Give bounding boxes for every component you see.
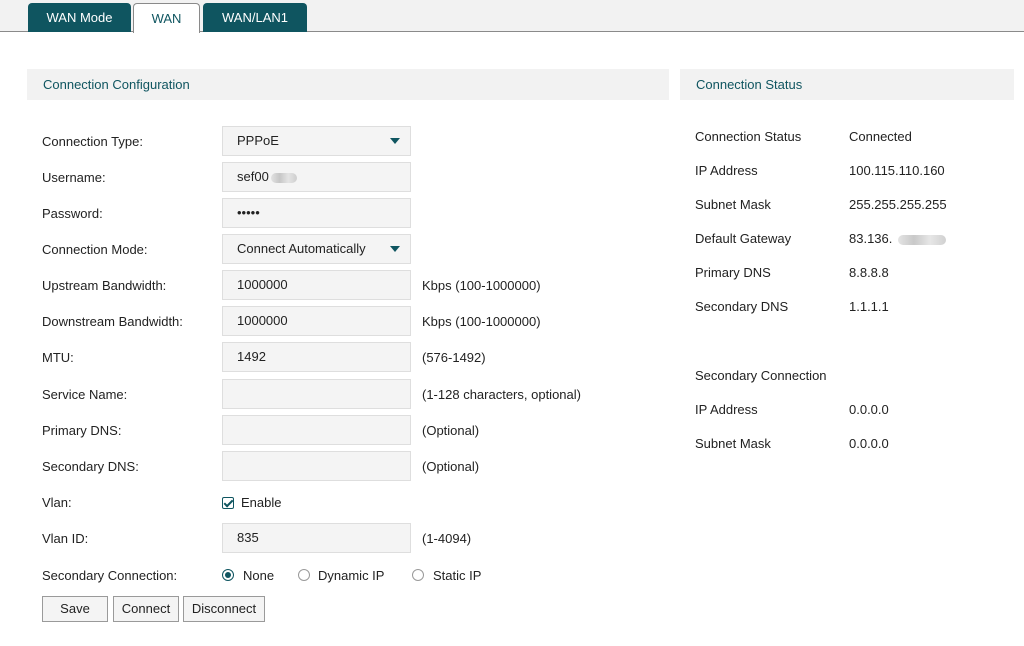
vlan-id-input[interactable]: 835 [222, 523, 411, 553]
secondary-value-subnet-mask: 0.0.0.0 [849, 436, 889, 451]
status-label-primary-dns: Primary DNS [695, 265, 771, 280]
tab-wan-mode[interactable]: WAN Mode [28, 3, 131, 32]
status-value-connection-status: Connected [849, 129, 912, 144]
status-value-subnet-mask: 255.255.255.255 [849, 197, 947, 212]
vlan-enable-label: Enable [241, 495, 282, 510]
secondary-label-ip-address: IP Address [695, 402, 758, 417]
status-value-primary-dns: 8.8.8.8 [849, 265, 889, 280]
disconnect-button[interactable]: Disconnect [183, 596, 265, 622]
service-name-input[interactable] [222, 379, 411, 409]
tab-bar: WAN Mode WAN WAN/LAN1 [0, 0, 1024, 33]
status-value-secondary-dns: 1.1.1.1 [849, 299, 889, 314]
secondary-dns-input[interactable] [222, 451, 411, 481]
connection-mode-value: Connect Automatically [237, 241, 366, 256]
redaction-blur [270, 172, 297, 183]
vlan-enable-checkbox[interactable] [222, 497, 234, 509]
secondary-label-subnet-mask: Subnet Mask [695, 436, 771, 451]
status-label-ip-address: IP Address [695, 163, 758, 178]
mtu-hint: (576-1492) [422, 350, 486, 365]
connection-mode-label: Connection Mode: [42, 242, 148, 257]
vlan-id-value: 835 [237, 530, 259, 545]
tab-wan[interactable]: WAN [133, 3, 200, 33]
upstream-bandwidth-label: Upstream Bandwidth: [42, 278, 167, 293]
secondary-dns-hint: (Optional) [422, 459, 480, 474]
radio-dynamic-ip-label: Dynamic IP [318, 568, 385, 583]
password-label: Password: [42, 206, 103, 221]
connection-configuration-header: Connection Configuration [27, 69, 669, 100]
service-name-hint: (1-128 characters, optional) [422, 387, 581, 402]
radio-none-label: None [243, 568, 275, 583]
connection-mode-select[interactable]: Connect Automatically [222, 234, 411, 264]
password-value: ••••• [237, 205, 260, 220]
secondary-dns-label: Secondary DNS: [42, 459, 139, 474]
secondary-connection-title: Secondary Connection [695, 368, 827, 383]
service-name-label: Service Name: [42, 387, 128, 402]
radio-dynamic-ip[interactable] [298, 569, 310, 581]
username-input[interactable]: sef00 [222, 162, 411, 192]
status-label-connection-status: Connection Status [695, 129, 802, 144]
connect-button[interactable]: Connect [113, 596, 179, 622]
vlan-id-hint: (1-4094) [422, 531, 472, 546]
mtu-value: 1492 [237, 349, 266, 364]
downstream-bandwidth-input[interactable]: 1000000 [222, 306, 411, 336]
primary-dns-label: Primary DNS: [42, 423, 122, 438]
redaction-blur [898, 234, 947, 245]
radio-static-ip-label: Static IP [433, 568, 482, 583]
upstream-bandwidth-hint: Kbps (100-1000000) [422, 278, 541, 293]
secondary-value-ip-address: 0.0.0.0 [849, 402, 889, 417]
chevron-down-icon [390, 246, 400, 252]
vlan-id-label: Vlan ID: [42, 531, 89, 546]
mtu-input[interactable]: 1492 [222, 342, 411, 372]
status-value-ip-address: 100.115.110.160 [849, 163, 945, 178]
primary-dns-hint: (Optional) [422, 423, 480, 438]
status-label-secondary-dns: Secondary DNS [695, 299, 789, 314]
primary-dns-input[interactable] [222, 415, 411, 445]
save-button[interactable]: Save [42, 596, 108, 622]
connection-status-header: Connection Status [680, 69, 1014, 100]
password-input[interactable]: ••••• [222, 198, 411, 228]
downstream-bandwidth-label: Downstream Bandwidth: [42, 314, 183, 329]
tab-wan-lan1[interactable]: WAN/LAN1 [203, 3, 307, 32]
connection-type-select[interactable]: PPPoE [222, 126, 411, 156]
status-value-default-gateway: 83.136. [849, 231, 947, 246]
mtu-label: MTU: [42, 350, 74, 365]
upstream-bandwidth-input[interactable]: 1000000 [222, 270, 411, 300]
username-value: sef00 [237, 169, 269, 184]
username-label: Username: [42, 170, 106, 185]
status-label-default-gateway: Default Gateway [695, 231, 792, 246]
radio-none[interactable] [222, 569, 234, 581]
downstream-bandwidth-hint: Kbps (100-1000000) [422, 314, 541, 329]
radio-static-ip[interactable] [412, 569, 424, 581]
vlan-label: Vlan: [42, 495, 72, 510]
connection-type-label: Connection Type: [42, 134, 143, 149]
upstream-bandwidth-value: 1000000 [237, 277, 288, 292]
status-label-subnet-mask: Subnet Mask [695, 197, 771, 212]
default-gateway-text: 83.136. [849, 231, 893, 246]
downstream-bandwidth-value: 1000000 [237, 313, 288, 328]
secondary-connection-label: Secondary Connection: [42, 568, 178, 583]
chevron-down-icon [390, 138, 400, 144]
connection-type-value: PPPoE [237, 133, 279, 148]
